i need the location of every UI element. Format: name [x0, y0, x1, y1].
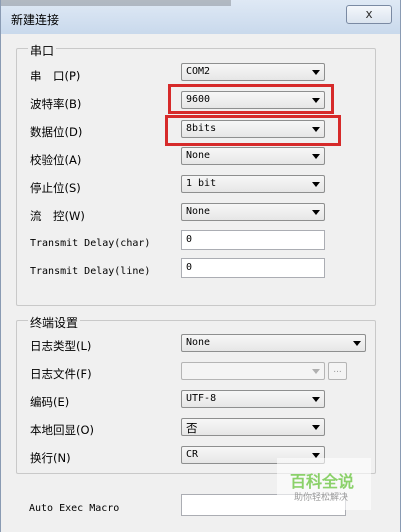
- chevron-down-icon: [312, 397, 320, 402]
- tx-delay-line-value: 0: [186, 262, 193, 273]
- parity-label: 校验位(A): [30, 153, 82, 167]
- chevron-down-icon: [312, 369, 320, 374]
- watermark-logo: 百科全说: [290, 472, 355, 491]
- chevron-down-icon: [312, 70, 320, 75]
- encoding-label: 编码(E): [30, 395, 70, 409]
- encoding-select-value: UTF-8: [186, 393, 217, 404]
- stopbits-label: 停止位(S): [30, 181, 81, 195]
- window-title: 新建连接: [11, 13, 60, 27]
- chevron-down-icon: [312, 182, 320, 187]
- echo-select-value: 否: [186, 421, 198, 435]
- logfile-label: 日志文件(F): [30, 367, 92, 381]
- title-bar-edge: [1, 0, 231, 6]
- echo-select[interactable]: 否: [181, 418, 325, 436]
- logfile-select[interactable]: [181, 362, 325, 380]
- close-button[interactable]: x: [346, 5, 392, 24]
- logtype-select[interactable]: None: [181, 334, 366, 352]
- flow-label: 流 控(W): [30, 209, 85, 223]
- chevron-down-icon: [312, 425, 320, 430]
- chevron-down-icon: [312, 154, 320, 159]
- port-label: 串 口(P): [30, 69, 81, 83]
- newline-label: 换行(N): [30, 451, 71, 465]
- ellipsis-icon: ...: [333, 365, 342, 375]
- newline-select-value: CR: [186, 449, 199, 460]
- logtype-label: 日志类型(L): [30, 339, 92, 353]
- tx-delay-char-input[interactable]: 0: [181, 230, 325, 250]
- port-select-value: COM2: [186, 66, 211, 77]
- tx-delay-char-label: Transmit Delay(char): [30, 238, 151, 249]
- flow-select-value: None: [186, 206, 211, 217]
- parity-select-value: None: [186, 150, 211, 161]
- stopbits-select[interactable]: 1 bit: [181, 175, 325, 193]
- watermark-slogan: 助你轻松解决: [294, 493, 349, 503]
- serial-group-title: 串口: [28, 42, 57, 59]
- databits-label: 数据位(D): [30, 125, 83, 139]
- databits-highlight: [165, 115, 341, 146]
- browse-button[interactable]: ...: [328, 362, 347, 380]
- parity-select[interactable]: None: [181, 147, 325, 165]
- terminal-group-title: 终端设置: [28, 314, 81, 331]
- echo-label: 本地回显(O): [30, 423, 95, 437]
- tx-delay-line-label: Transmit Delay(line): [30, 266, 151, 277]
- tx-delay-char-value: 0: [186, 234, 193, 245]
- encoding-select[interactable]: UTF-8: [181, 390, 325, 408]
- macro-label: Auto Exec Macro: [29, 503, 120, 514]
- baud-label: 波特率(B): [30, 97, 82, 111]
- chevron-down-icon: [312, 210, 320, 215]
- stopbits-select-value: 1 bit: [186, 178, 217, 189]
- close-icon: x: [365, 7, 373, 21]
- baud-highlight: [168, 84, 334, 114]
- logtype-select-value: None: [186, 337, 211, 348]
- tx-delay-line-input[interactable]: 0: [181, 258, 325, 278]
- flow-select[interactable]: None: [181, 203, 325, 221]
- port-select[interactable]: COM2: [181, 63, 325, 81]
- chevron-down-icon: [353, 341, 361, 346]
